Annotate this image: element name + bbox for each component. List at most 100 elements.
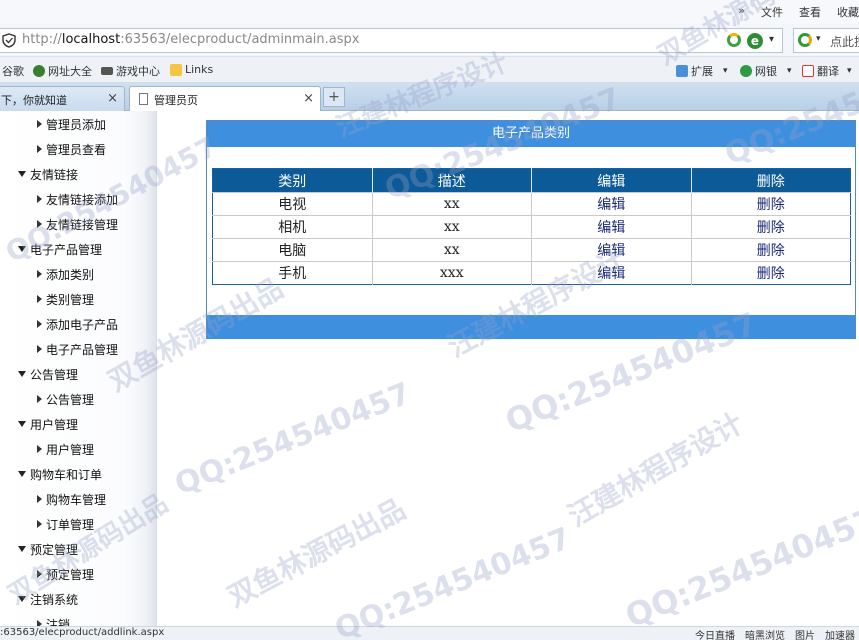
- caret-down-icon: [18, 171, 26, 177]
- status-images[interactable]: 图片: [795, 627, 815, 640]
- sidebar-item-cart-manage[interactable]: 购物车管理: [37, 490, 106, 508]
- search-box[interactable]: ▾ 点此搜: [793, 28, 859, 53]
- bank-icon: [740, 65, 752, 77]
- address-url[interactable]: http://localhost:63563/elecproduct/admin…: [22, 32, 359, 47]
- category-cell: 电视: [212, 192, 372, 216]
- sidebar-item-product-manage[interactable]: 电子产品管理: [37, 340, 118, 358]
- description-cell: xxx: [371, 261, 532, 285]
- sidebar-scroll-track[interactable]: [146, 111, 156, 626]
- translate-button[interactable]: 翻译 ▾: [802, 63, 852, 79]
- fav-url-directory[interactable]: 网址大全: [33, 63, 92, 79]
- table-header-row: 类别 描述 编辑 删除: [212, 168, 851, 193]
- caret-down-icon: [18, 546, 26, 552]
- dropdown-chevron-icon[interactable]: ▾: [769, 34, 774, 45]
- menu-view[interactable]: 查看: [799, 4, 821, 20]
- sidebar-group-notices[interactable]: 公告管理: [18, 365, 78, 383]
- watermark-text: QQ:254540457: [620, 499, 859, 636]
- sidebar-item-category-add[interactable]: 添加类别: [37, 265, 94, 283]
- close-icon[interactable]: ×: [303, 91, 314, 106]
- panel-footer: [207, 315, 855, 339]
- column-header-edit: 编辑: [531, 168, 691, 193]
- sidebar-item-notice-manage[interactable]: 公告管理: [37, 390, 94, 408]
- new-tab-button[interactable]: +: [323, 87, 345, 107]
- sidebar-group-logout[interactable]: 注销系统: [18, 590, 78, 608]
- caret-right-icon: [37, 495, 42, 503]
- page-icon: [139, 93, 148, 105]
- tab-search[interactable]: 下，你就知道 ×: [0, 86, 125, 111]
- caret-down-icon: [18, 246, 26, 252]
- sidebar-group-users[interactable]: 用户管理: [18, 415, 78, 433]
- status-dark-browse[interactable]: 暗黑浏览: [745, 627, 785, 640]
- category-cell: 相机: [212, 215, 372, 239]
- search-dropdown-icon[interactable]: ▾: [816, 34, 821, 44]
- watermark-text: QQ:254540457: [330, 521, 576, 640]
- globe-icon: [33, 65, 45, 77]
- status-bar: :63563/elecproduct/addlink.aspx 今日直播 暗黑浏…: [0, 626, 859, 640]
- sidebar-item-link-manage[interactable]: 友情链接管理: [37, 215, 118, 233]
- gamepad-icon: [101, 67, 113, 75]
- panel-title: 电子产品类别: [207, 121, 855, 147]
- sidebar-item-admin-add[interactable]: 管理员添加: [37, 115, 106, 133]
- menu-favorites[interactable]: 收藏: [837, 4, 859, 20]
- delete-link[interactable]: 删除: [690, 215, 851, 239]
- close-icon[interactable]: ×: [107, 91, 118, 106]
- sidebar-group-links[interactable]: 友情链接: [18, 165, 78, 183]
- fav-game-center[interactable]: 游戏中心: [101, 63, 160, 79]
- favorites-bar: 谷歌 网址大全 游戏中心 Links 扩展 ▾ 网银 ▾ 翻译 ▾: [0, 57, 859, 83]
- address-bar[interactable]: http://localhost:63563/elecproduct/admin…: [0, 28, 783, 53]
- sidebar-group-cart-orders[interactable]: 购物车和订单: [18, 465, 102, 483]
- sidebar-group-products[interactable]: 电子产品管理: [18, 240, 102, 258]
- sidebar-group-reservations[interactable]: 预定管理: [18, 540, 78, 558]
- caret-right-icon: [37, 145, 42, 153]
- shield-icon: [2, 33, 16, 48]
- sidebar-item-product-add[interactable]: 添加电子产品: [37, 315, 118, 333]
- browser-engine-icon[interactable]: e: [747, 33, 763, 49]
- menu-expand-icon[interactable]: »: [738, 4, 745, 20]
- edit-link[interactable]: 编辑: [531, 215, 691, 239]
- sidebar-item-admin-view[interactable]: 管理员查看: [37, 140, 106, 158]
- category-cell: 手机: [212, 261, 372, 285]
- tab-admin-page[interactable]: 管理员页 ×: [129, 86, 321, 111]
- sidebar-item-category-manage[interactable]: 类别管理: [37, 290, 94, 308]
- caret-right-icon: [37, 345, 42, 353]
- edit-link[interactable]: 编辑: [531, 192, 691, 216]
- delete-link[interactable]: 删除: [690, 192, 851, 216]
- browser-menu-bar: » 文件 查看 收藏: [0, 0, 859, 24]
- description-cell: xx: [371, 238, 532, 262]
- delete-link[interactable]: 删除: [690, 261, 851, 285]
- fav-google[interactable]: 谷歌: [2, 63, 24, 79]
- grid-icon: [676, 65, 688, 77]
- sidebar-item-user-manage[interactable]: 用户管理: [37, 440, 94, 458]
- edit-link[interactable]: 编辑: [531, 238, 691, 262]
- caret-right-icon: [37, 570, 42, 578]
- watermark-text: 双鱼林源码出品: [222, 492, 411, 614]
- sidebar-item-order-manage[interactable]: 订单管理: [37, 515, 94, 533]
- delete-link[interactable]: 删除: [690, 238, 851, 262]
- table-row: 相机 xx 编辑 删除: [212, 215, 851, 239]
- fav-links[interactable]: Links: [170, 63, 213, 76]
- status-url: :63563/elecproduct/addlink.aspx: [0, 627, 165, 638]
- caret-right-icon: [37, 395, 42, 403]
- watermark-text: QQ:254540457: [170, 376, 416, 503]
- sidebar-item-link-add[interactable]: 友情链接添加: [37, 190, 118, 208]
- menu-file[interactable]: 文件: [761, 4, 783, 20]
- status-accelerator[interactable]: 加速器: [825, 627, 855, 640]
- status-live[interactable]: 今日直播: [695, 627, 735, 640]
- translate-icon: [802, 65, 814, 77]
- sidebar-item-reservation-manage[interactable]: 预定管理: [37, 565, 94, 583]
- extensions-button[interactable]: 扩展 ▾: [676, 63, 728, 79]
- search-placeholder: 点此搜: [830, 35, 859, 49]
- caret-down-icon: [18, 596, 26, 602]
- edit-link[interactable]: 编辑: [531, 261, 691, 285]
- table-row: 电视 xx 编辑 删除: [212, 192, 851, 216]
- column-header-delete: 删除: [690, 168, 851, 193]
- caret-down-icon: [18, 421, 26, 427]
- caret-right-icon: [37, 295, 42, 303]
- column-header-description: 描述: [371, 168, 532, 193]
- category-panel: 电子产品类别 类别 描述 编辑 删除 电视 xx 编辑 删除 相机 xx 编辑 …: [206, 120, 856, 339]
- caret-right-icon: [37, 520, 42, 528]
- sidebar-item-logout[interactable]: 注销: [37, 615, 70, 626]
- refresh-icon[interactable]: [727, 33, 741, 47]
- online-banking-button[interactable]: 网银 ▾: [740, 63, 792, 79]
- table-row: 手机 xxx 编辑 删除: [212, 261, 851, 285]
